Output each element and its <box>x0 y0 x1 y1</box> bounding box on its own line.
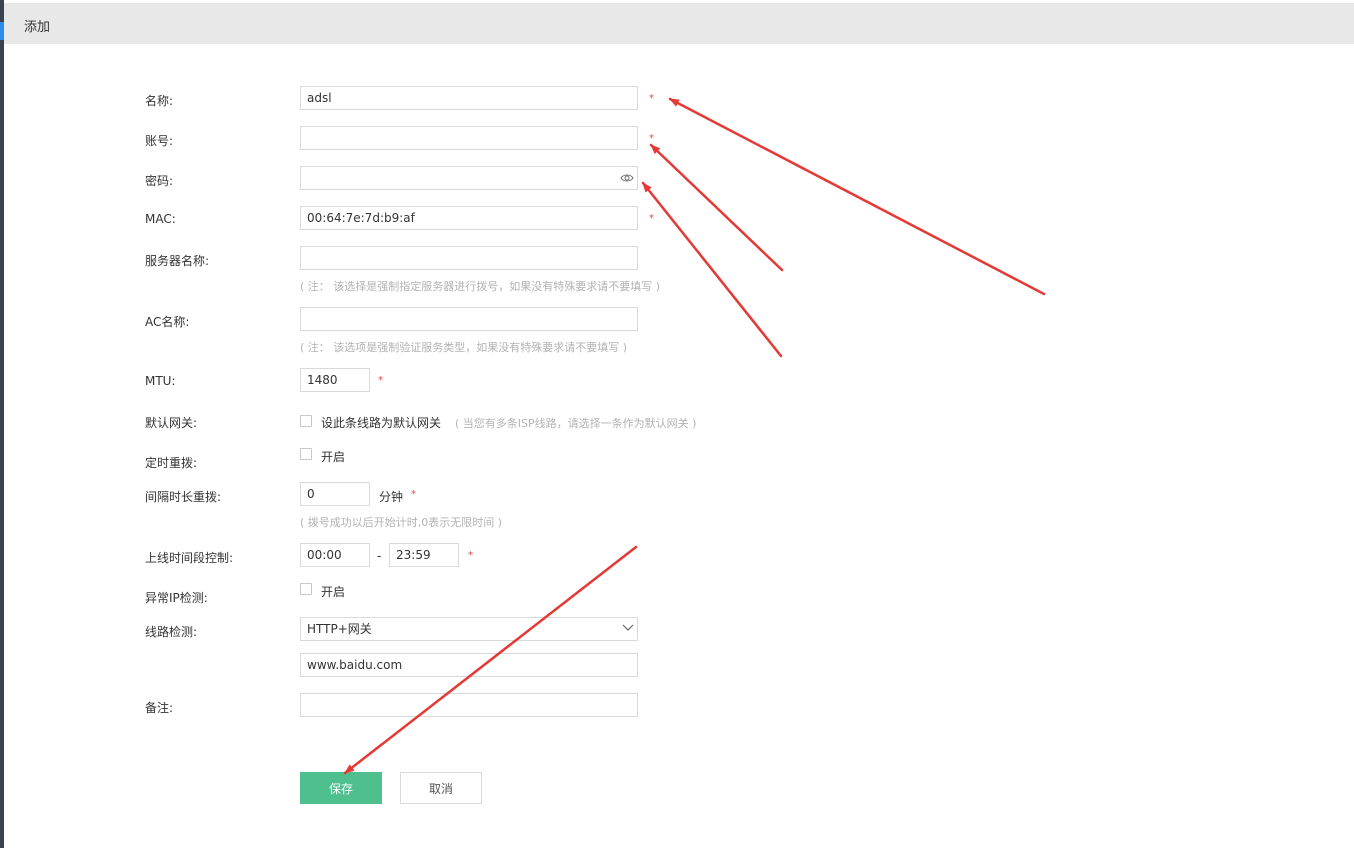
online-time-start-input[interactable] <box>300 543 370 567</box>
remark-input[interactable] <box>300 693 638 717</box>
default-gateway-hint: ( 当您有多条ISP线路，请选择一条作为默认网关 ) <box>455 417 697 430</box>
name-label: 名称: <box>145 94 174 108</box>
interval-redial-label: 间隔时长重拨: <box>145 490 222 504</box>
name-required-mark: * <box>649 93 654 104</box>
ac-name-label: AC名称: <box>145 315 190 329</box>
annotation-arrow-password <box>641 181 783 358</box>
abnormal-ip-checkbox[interactable] <box>300 583 312 595</box>
save-button[interactable]: 保存 <box>300 772 382 804</box>
server-name-hint: ( 注： 该选择是强制指定服务器进行拨号，如果没有特殊要求请不要填写 ) <box>300 280 661 293</box>
sidebar-edge <box>0 0 4 848</box>
line-check-url-input[interactable] <box>300 653 638 677</box>
line-check-label: 线路检测: <box>145 625 198 639</box>
password-input[interactable] <box>300 166 638 190</box>
account-label: 账号: <box>145 134 174 148</box>
default-gateway-label: 默认网关: <box>145 416 198 430</box>
online-time-separator: - <box>377 549 382 563</box>
scheduled-redial-checkbox-label[interactable]: 开启 <box>321 448 345 465</box>
default-gateway-checkbox-label[interactable]: 设此条线路为默认网关 <box>321 414 441 431</box>
scheduled-redial-checkbox[interactable] <box>300 448 312 460</box>
online-time-label: 上线时间段控制: <box>145 551 234 565</box>
interval-redial-input[interactable] <box>300 482 370 506</box>
server-name-input[interactable] <box>300 246 638 270</box>
server-name-label: 服务器名称: <box>145 254 210 268</box>
cancel-button[interactable]: 取消 <box>400 772 482 804</box>
abnormal-ip-checkbox-label[interactable]: 开启 <box>321 583 345 600</box>
account-required-mark: * <box>649 133 654 144</box>
page-title: 添加 <box>24 20 51 35</box>
interval-redial-hint: ( 拨号成功以后开始计时,0表示无限时间 ) <box>300 516 503 529</box>
panel-header: 添加 <box>4 3 1354 44</box>
mtu-required-mark: * <box>378 375 383 386</box>
annotation-arrow-account <box>649 143 784 272</box>
mac-input[interactable] <box>300 206 638 230</box>
account-input[interactable] <box>300 126 638 150</box>
interval-redial-required-mark: * <box>411 489 416 500</box>
ac-name-input[interactable] <box>300 307 638 331</box>
annotation-arrow-name <box>668 97 1046 296</box>
mtu-label: MTU: <box>145 374 176 388</box>
name-input[interactable] <box>300 86 638 110</box>
eye-icon[interactable] <box>620 172 634 184</box>
online-time-required-mark: * <box>468 550 473 561</box>
default-gateway-checkbox[interactable] <box>300 415 312 427</box>
remark-label: 备注: <box>145 701 174 715</box>
password-label: 密码: <box>145 174 174 188</box>
mac-required-mark: * <box>649 213 654 224</box>
ac-name-hint: ( 注： 该选项是强制验证服务类型，如果没有特殊要求请不要填写 ) <box>300 341 628 354</box>
interval-redial-unit: 分钟 <box>379 490 404 504</box>
line-check-selected-value: HTTP+网关 <box>307 622 372 636</box>
mac-label: MAC: <box>145 212 176 226</box>
online-time-end-input[interactable] <box>389 543 459 567</box>
chevron-down-icon[interactable] <box>622 624 634 632</box>
abnormal-ip-label: 异常IP检测: <box>145 591 208 605</box>
scheduled-redial-label: 定时重拨: <box>145 456 198 470</box>
line-check-select[interactable]: HTTP+网关 <box>300 617 638 641</box>
mtu-input[interactable] <box>300 368 370 392</box>
